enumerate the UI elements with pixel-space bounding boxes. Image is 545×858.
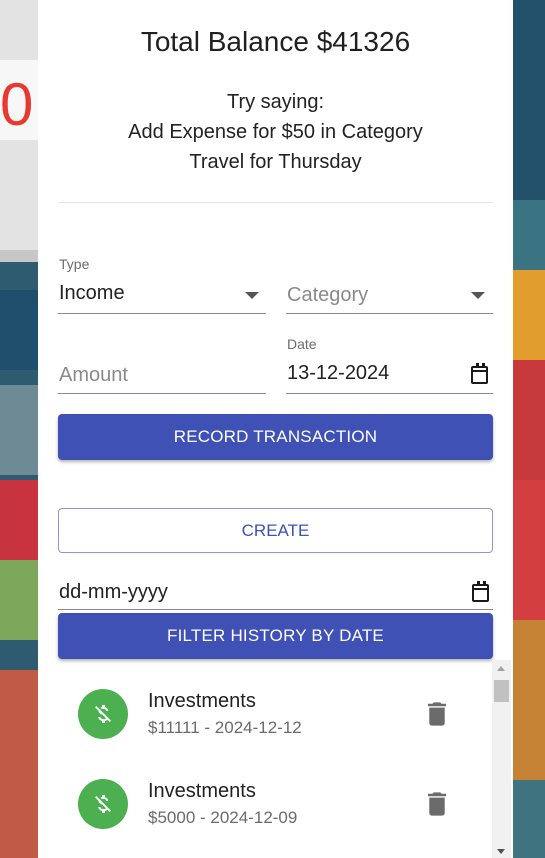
history-scrollbar[interactable] (492, 660, 511, 858)
money-off-icon (95, 705, 111, 723)
item-title: Investments (148, 780, 256, 802)
scroll-thumb[interactable] (494, 680, 509, 702)
money-off-icon (95, 795, 111, 813)
avatar (78, 779, 128, 829)
type-label: Type (59, 256, 90, 272)
list-item: Investments $5000 - 2024-12-09 (58, 750, 473, 840)
voice-hint-line-2: Add Expense for $50 in Category (128, 121, 423, 143)
divider (58, 202, 493, 203)
item-subtitle: $11111 - 2024-12-12 (148, 718, 302, 737)
avatar (78, 689, 128, 739)
background-right-panel (511, 0, 545, 858)
category-placeholder: Category (287, 284, 369, 306)
date-label: Date (287, 336, 317, 352)
record-transaction-button[interactable]: RECORD TRANSACTION (58, 414, 493, 460)
item-title: Investments (148, 690, 256, 712)
amount-placeholder: Amount (59, 364, 128, 386)
filter-date-placeholder: dd-mm-yyyy (59, 581, 168, 603)
list-item: Investments $11111 - 2024-12-12 (58, 660, 473, 750)
finance-card: Total Balance $41326 Try saying: Add Exp… (38, 0, 513, 858)
type-select[interactable]: Type Income (58, 256, 266, 314)
create-button[interactable]: CREATE (58, 508, 493, 553)
total-balance: Total Balance $41326 (140, 26, 411, 57)
calendar-icon[interactable] (472, 581, 489, 602)
item-subtitle: $5000 - 2024-12-09 (148, 808, 298, 827)
type-value: Income (59, 282, 125, 304)
filter-history-button[interactable]: FILTER HISTORY BY DATE (58, 613, 493, 659)
voice-hint-line-3: Travel for Thursday (189, 151, 362, 173)
transaction-history-list: Investments $11111 - 2024-12-12 Investme… (58, 660, 511, 858)
trash-icon[interactable] (428, 792, 446, 816)
background-left-panel: 0 (0, 0, 40, 858)
amount-input[interactable]: Amount (58, 338, 266, 394)
scroll-down-arrow-icon[interactable] (497, 849, 505, 854)
dropdown-caret-icon (245, 292, 259, 299)
filter-date-input[interactable]: dd-mm-yyyy (58, 572, 493, 610)
trash-icon[interactable] (428, 702, 446, 726)
voice-hint-line-1: Try saying: (226, 91, 325, 113)
dropdown-caret-icon (471, 292, 485, 299)
date-value: 13-12-2024 (287, 362, 390, 384)
scroll-up-arrow-icon[interactable] (497, 666, 505, 671)
calendar-icon[interactable] (471, 363, 488, 384)
category-select[interactable]: Category (286, 258, 493, 314)
date-input[interactable]: Date 13-12-2024 (286, 336, 493, 394)
